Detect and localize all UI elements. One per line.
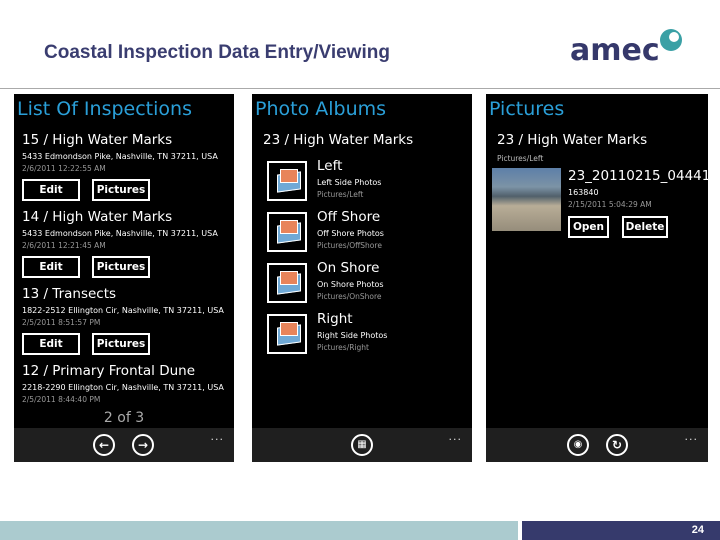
- edit-button[interactable]: Edit: [22, 179, 80, 201]
- inspection-address: 5433 Edmondson Pike, Nashville, TN 37211…: [22, 152, 218, 161]
- inspection-heading: 13 / Transects: [22, 286, 117, 302]
- edit-button[interactable]: Edit: [22, 256, 80, 278]
- more-menu-button[interactable]: ...: [211, 430, 225, 443]
- album-header: 23 / High Water Marks: [263, 132, 414, 148]
- app-bar: ◉ ↻ ...: [486, 428, 708, 462]
- album-name: Off Shore: [317, 209, 381, 225]
- screen-title: Photo Albums: [255, 98, 387, 120]
- footer-bar: [0, 521, 518, 540]
- inspection-address: 5433 Edmondson Pike, Nashville, TN 37211…: [22, 229, 218, 238]
- app-bar: ← → ...: [14, 428, 234, 462]
- album-name: Right: [317, 311, 353, 327]
- picture-thumbnail[interactable]: [492, 168, 561, 231]
- more-menu-button[interactable]: ...: [449, 430, 463, 443]
- inspection-address: 2218-2290 Ellington Cir, Nashville, TN 3…: [22, 383, 224, 392]
- inspection-heading: 14 / High Water Marks: [22, 209, 173, 225]
- arrow-left-icon[interactable]: ←: [93, 434, 115, 456]
- grid-icon[interactable]: ▦: [351, 434, 373, 456]
- inspection-heading: 12 / Primary Frontal Dune: [22, 363, 196, 379]
- photo-albums-screen: Photo Albums 23 / High Water Marks Left …: [252, 94, 472, 462]
- inspection-heading: 15 / High Water Marks: [22, 132, 173, 148]
- picture-time: 2/15/2011 5:04:29 AM: [568, 200, 652, 209]
- pictures-button[interactable]: Pictures: [92, 256, 150, 278]
- pictures-button[interactable]: Pictures: [92, 333, 150, 355]
- album-desc: Off Shore Photos: [317, 229, 384, 238]
- svg-text:amec: amec: [570, 33, 660, 66]
- album-desc: Right Side Photos: [317, 331, 388, 340]
- album-desc: On Shore Photos: [317, 280, 384, 289]
- page-number: 24: [522, 521, 720, 540]
- arrow-right-icon[interactable]: →: [132, 434, 154, 456]
- more-menu-button[interactable]: ...: [685, 430, 699, 443]
- app-bar: ▦ ...: [252, 428, 472, 462]
- divider: [0, 88, 720, 89]
- picture-size: 163840: [568, 188, 599, 197]
- slide-title: Coastal Inspection Data Entry/Viewing: [44, 42, 390, 63]
- delete-button[interactable]: Delete: [622, 216, 668, 238]
- inspection-time: 2/5/2011 8:51:57 PM: [22, 318, 101, 327]
- screen-title: Pictures: [489, 98, 565, 120]
- inspection-time: 2/6/2011 12:22:55 AM: [22, 164, 106, 173]
- amec-logo: amec: [570, 29, 682, 66]
- album-path: Pictures/Left: [317, 190, 364, 199]
- pictures-button[interactable]: Pictures: [92, 179, 150, 201]
- album-path: Pictures/OffShore: [317, 241, 382, 250]
- album-name: Left: [317, 158, 343, 174]
- album-path: Pictures/OnShore: [317, 292, 382, 301]
- pictures-screen: Pictures 23 / High Water Marks Pictures/…: [486, 94, 708, 462]
- pictures-header: 23 / High Water Marks: [497, 132, 648, 148]
- open-button[interactable]: Open: [568, 216, 609, 238]
- album-desc: Left Side Photos: [317, 178, 382, 187]
- inspection-time: 2/6/2011 12:21:45 AM: [22, 241, 106, 250]
- photo-album-icon: [267, 212, 307, 252]
- page-indicator: 2 of 3: [103, 410, 145, 426]
- camera-icon[interactable]: ◉: [567, 434, 589, 456]
- inspection-time: 2/5/2011 8:44:40 PM: [22, 395, 101, 404]
- picture-name: 23_20110215_044414_: [568, 168, 708, 184]
- refresh-icon[interactable]: ↻: [606, 434, 628, 456]
- inspection-address: 1822-2512 Ellington Cir, Nashville, TN 3…: [22, 306, 224, 315]
- pictures-path: Pictures/Left: [497, 154, 544, 163]
- album-name: On Shore: [317, 260, 380, 276]
- photo-album-icon: [267, 263, 307, 303]
- edit-button[interactable]: Edit: [22, 333, 80, 355]
- album-path: Pictures/Right: [317, 343, 369, 352]
- screen-title: List Of Inspections: [17, 98, 192, 120]
- inspections-screen: List Of Inspections 15 / High Water Mark…: [14, 94, 234, 462]
- photo-album-icon: [267, 161, 307, 201]
- photo-album-icon: [267, 314, 307, 354]
